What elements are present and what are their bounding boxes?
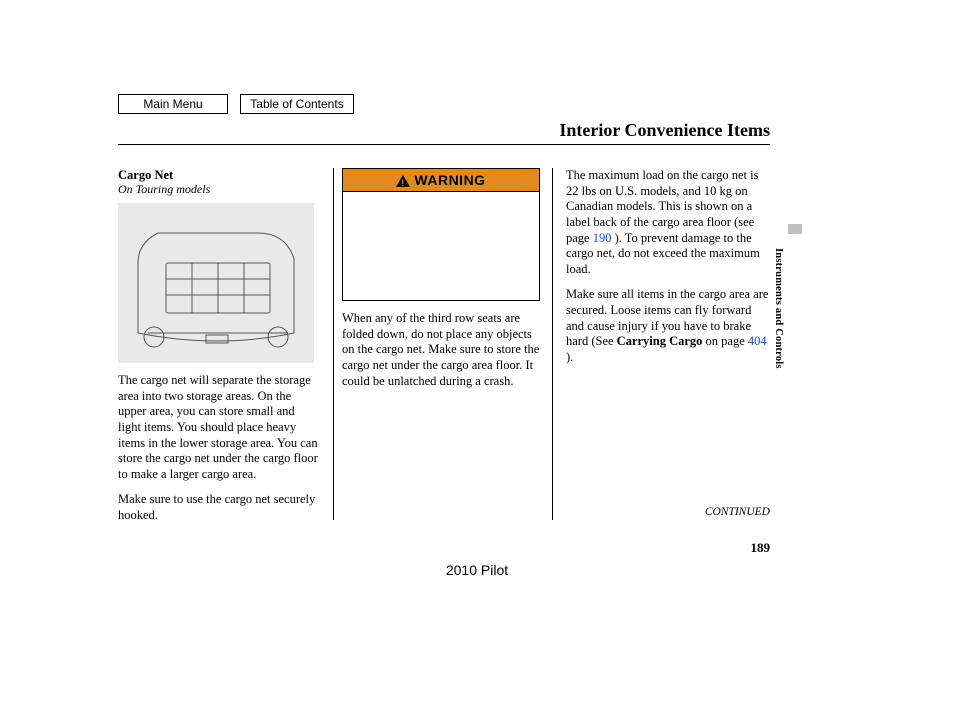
warning-header: ! WARNING xyxy=(343,169,539,192)
cargo-net-paragraph-2: Make sure to use the cargo net securely … xyxy=(118,492,318,523)
main-menu-button[interactable]: Main Menu xyxy=(118,94,228,114)
warning-paragraph: When any of the third row seats are fold… xyxy=(342,311,542,389)
footer-model: 2010 Pilot xyxy=(0,562,954,578)
warning-triangle-icon: ! xyxy=(396,174,410,186)
side-tab xyxy=(788,224,802,234)
title-rule xyxy=(118,144,770,145)
cargo-net-subheading: On Touring models xyxy=(118,182,318,197)
side-section-label: Instruments and Controls xyxy=(773,248,784,369)
section-title: Interior Convenience Items xyxy=(559,120,770,141)
page-ref-190[interactable]: 190 xyxy=(593,231,612,245)
svg-text:!: ! xyxy=(402,178,406,187)
warning-body xyxy=(343,192,539,300)
secure-text-b: on page xyxy=(702,334,747,348)
continued-label: CONTINUED xyxy=(705,506,770,518)
secure-text-c: ). xyxy=(566,350,573,364)
column-3: The maximum load on the cargo net is 22 … xyxy=(566,168,770,524)
warning-box: ! WARNING xyxy=(342,168,540,301)
toc-button[interactable]: Table of Contents xyxy=(240,94,354,114)
warning-label: WARNING xyxy=(414,172,485,188)
column-2: ! WARNING When any of the third row seat… xyxy=(342,168,542,524)
cargo-net-heading: Cargo Net xyxy=(118,168,318,183)
column-1: Cargo Net On Touring models xyxy=(118,168,318,524)
carrying-cargo-ref: Carrying Cargo xyxy=(617,334,703,348)
page-ref-404[interactable]: 404 xyxy=(748,334,767,348)
max-load-paragraph: The maximum load on the cargo net is 22 … xyxy=(566,168,770,277)
secure-items-paragraph: Make sure all items in the cargo area ar… xyxy=(566,287,770,365)
cargo-net-paragraph-1: The cargo net will separate the storage … xyxy=(118,373,318,482)
cargo-net-illustration xyxy=(118,203,314,363)
page-number: 189 xyxy=(751,540,771,556)
content-columns: Cargo Net On Touring models xyxy=(118,168,770,524)
